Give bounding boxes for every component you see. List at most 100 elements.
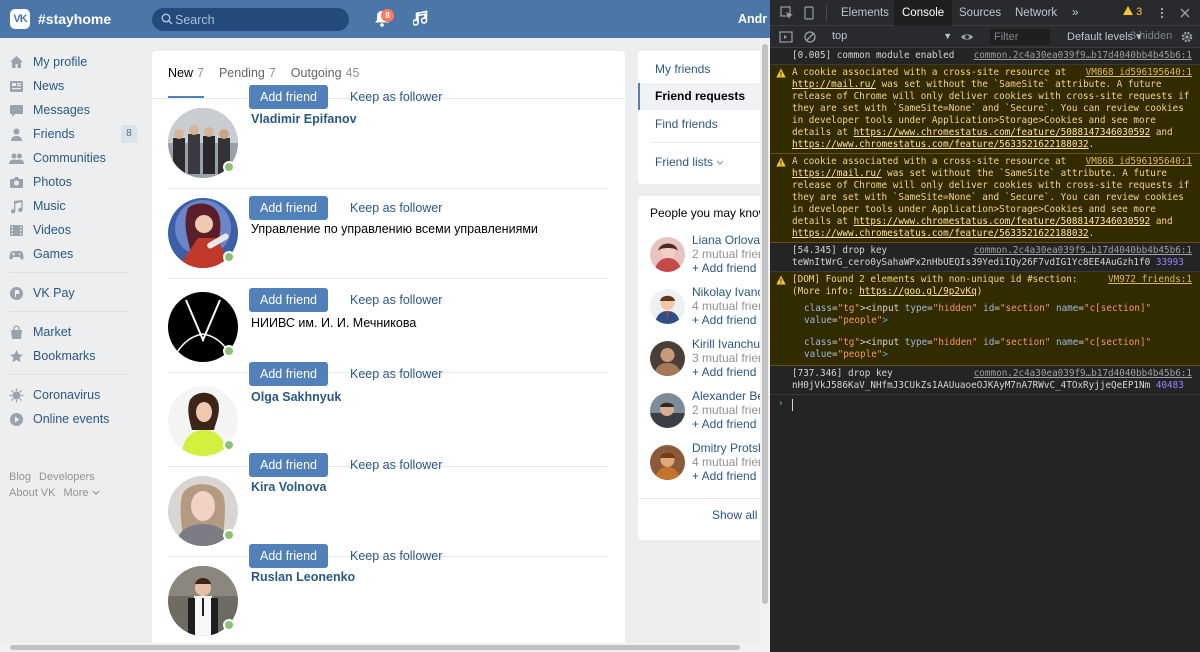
vk-logo[interactable]: VK [10, 9, 30, 29]
sidebar-item-news[interactable]: News [0, 74, 140, 98]
source-link[interactable]: common.2c4a30ea039f9…b17d4040bb4b45b6:1 [974, 50, 1192, 62]
add-friend-button[interactable]: Add friend [249, 196, 328, 220]
sidebar-item-my-profile[interactable]: My profile [0, 50, 140, 74]
keep-as-follower-link[interactable]: Keep as follower [350, 362, 442, 386]
menu-my-friends[interactable]: My friends [638, 56, 770, 83]
request-name[interactable]: Vladimir Epifanov [251, 112, 357, 126]
add-friend-link[interactable]: + Add friend [692, 313, 756, 327]
context-selector[interactable]: top ▼ [832, 30, 952, 42]
console-prompt[interactable]: › [770, 395, 1200, 415]
devtools-tab-elements[interactable]: Elements [833, 0, 897, 26]
sidebar-item-music[interactable]: Music [0, 194, 140, 218]
suggested-name[interactable]: Dmitry Protsky [692, 441, 770, 455]
keep-as-follower-link[interactable]: Keep as follower [350, 544, 442, 568]
suggested-name[interactable]: Alexander Bel [692, 389, 767, 403]
source-link[interactable]: VM972 friends:1 [1108, 274, 1192, 286]
user-name[interactable]: Andr [738, 12, 767, 26]
sidebar-item-bookmarks[interactable]: Bookmarks [0, 344, 140, 368]
request-name[interactable]: Olga Sakhnyuk [251, 390, 341, 404]
avatar[interactable] [650, 237, 685, 272]
devtools-tab-sources[interactable]: Sources [951, 0, 1009, 26]
show-all-link[interactable]: Show all [712, 508, 757, 522]
search-input[interactable] [175, 8, 340, 31]
warning-counter[interactable]: 3 [1123, 6, 1142, 18]
sidebar-item-messages[interactable]: Messages [0, 98, 140, 122]
sidebar-item-online-events[interactable]: Online events [0, 407, 140, 431]
sidebar-item-videos[interactable]: Videos [0, 218, 140, 242]
add-friend-button[interactable]: Add friend [249, 544, 328, 568]
console-filter-input[interactable] [990, 29, 1050, 45]
tab-new[interactable]: New 7 [168, 51, 204, 98]
warning-link[interactable]: http://mail.ru/ [792, 79, 876, 90]
more-tabs-button[interactable]: » [1064, 0, 1086, 26]
search-box[interactable] [152, 8, 349, 31]
request-name[interactable]: Kira Volnova [251, 480, 326, 494]
source-link[interactable]: common.2c4a30ea039f9…b17d4040bb4b45b6:1 [974, 245, 1192, 257]
music-icon[interactable] [413, 10, 429, 27]
sidebar-toggle-icon[interactable] [779, 30, 793, 44]
sidebar-item-games[interactable]: Games [0, 242, 140, 266]
devtools-tab-console[interactable]: Console [894, 0, 953, 26]
sidebar-item-friends[interactable]: Friends 8 [0, 122, 140, 146]
brand-title[interactable]: #stayhome [38, 11, 111, 27]
devtools-tab-network[interactable]: Network [1007, 0, 1065, 26]
add-friend-button[interactable]: Add friend [249, 453, 328, 477]
sidebar-item-coronavirus[interactable]: Coronavirus [0, 383, 140, 407]
add-friend-link[interactable]: + Add friend [692, 365, 756, 379]
scrollbar-thumb[interactable] [762, 44, 768, 604]
sidebar-item-photos[interactable]: Photos [0, 170, 140, 194]
keep-as-follower-link[interactable]: Keep as follower [350, 453, 442, 477]
kebab-menu-icon[interactable] [1155, 6, 1169, 20]
request-name[interactable]: Ruslan Leonenko [251, 570, 355, 584]
menu-find-friends[interactable]: Find friends [638, 111, 770, 138]
dom-node[interactable]: class="tg"><input type="hidden" id="sect… [792, 298, 1192, 327]
warning-link[interactable]: https://www.chromestatus.com/feature/508… [854, 216, 1151, 227]
menu-friend-lists[interactable]: Friend lists [638, 149, 770, 176]
source-link[interactable]: VM868 id596195640:1 [1086, 67, 1192, 79]
warning-link[interactable]: https://mail.ru/ [792, 168, 882, 179]
add-friend-link[interactable]: + Add friend [692, 469, 756, 483]
console-output[interactable]: common.2c4a30ea039f9…b17d4040bb4b45b6:1 [… [770, 48, 1200, 652]
sidebar-item-market[interactable]: Market [0, 320, 140, 344]
vertical-scrollbar[interactable] [760, 38, 770, 643]
sidebar-item-vk-pay[interactable]: VK Pay [0, 281, 140, 305]
menu-friend-requests[interactable]: Friend requests [638, 83, 770, 110]
console-log-message[interactable]: common.2c4a30ea039f9…b17d4040bb4b45b6:1[… [770, 48, 1200, 65]
eye-icon[interactable] [960, 30, 974, 44]
console-warning-message[interactable]: VM868 id596195640:1 A cookie associated w… [770, 65, 1200, 154]
add-friend-link[interactable]: + Add friend [692, 261, 756, 275]
keep-as-follower-link[interactable]: Keep as follower [350, 288, 442, 312]
add-friend-link[interactable]: + Add friend [692, 417, 756, 431]
warning-link[interactable]: https://www.chromestatus.com/feature/508… [854, 127, 1151, 138]
device-toggle-icon[interactable] [802, 6, 816, 20]
gear-icon[interactable] [1180, 30, 1194, 44]
keep-as-follower-link[interactable]: Keep as follower [350, 85, 442, 109]
warning-link[interactable]: https://goo.gl/9p2vKq [859, 286, 977, 297]
footer-developers[interactable]: Developers [39, 471, 95, 483]
add-friend-button[interactable]: Add friend [249, 85, 328, 109]
footer-blog[interactable]: Blog [9, 471, 31, 483]
inspect-icon[interactable] [780, 6, 794, 20]
source-link[interactable]: VM868 id596195640:1 [1086, 156, 1192, 168]
add-friend-button[interactable]: Add friend [249, 362, 328, 386]
suggested-name[interactable]: Liana Orlova [692, 233, 760, 247]
clear-console-icon[interactable] [803, 30, 817, 44]
console-warning-message[interactable]: VM868 id596195640:1 A cookie associated w… [770, 154, 1200, 243]
sidebar-item-communities[interactable]: Communities [0, 146, 140, 170]
keep-as-follower-link[interactable]: Keep as follower [350, 196, 442, 220]
footer-about[interactable]: About VK [9, 487, 55, 499]
avatar[interactable] [650, 445, 685, 480]
close-icon[interactable] [1178, 6, 1192, 20]
warning-link[interactable]: https://www.chromestatus.com/feature/563… [792, 139, 1089, 150]
scrollbar-thumb[interactable] [10, 645, 740, 650]
footer-more[interactable]: More [63, 487, 100, 499]
avatar[interactable] [650, 393, 685, 428]
console-log-message[interactable]: common.2c4a30ea039f9…b17d4040bb4b45b6:1[… [770, 243, 1200, 272]
dom-node[interactable]: class="tg"><input type="hidden" id="sect… [792, 327, 1192, 363]
suggested-name[interactable]: Nikolay Ivanov [692, 285, 770, 299]
console-log-message[interactable]: common.2c4a30ea039f9…b17d4040bb4b45b6:1[… [770, 366, 1200, 395]
horizontal-scrollbar[interactable] [0, 643, 770, 652]
avatar[interactable] [650, 341, 685, 376]
suggested-name[interactable]: Kirill Ivanchuk [692, 337, 766, 351]
add-friend-button[interactable]: Add friend [249, 288, 328, 312]
